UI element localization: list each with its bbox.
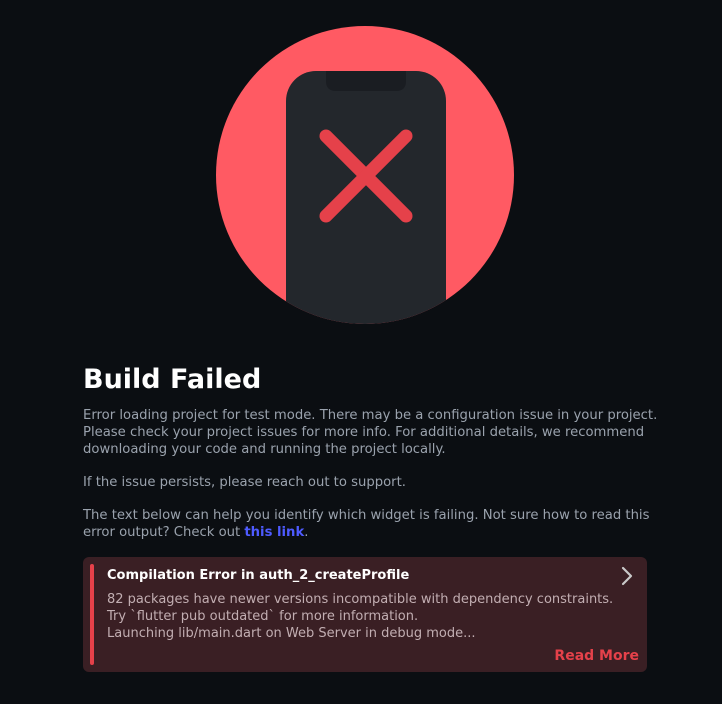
error-title: Compilation Error in auth_2_createProfil…	[107, 568, 410, 583]
help-text: The text below can help you identify whi…	[83, 507, 663, 541]
error-log-line: 82 packages have newer versions incompat…	[107, 592, 614, 607]
error-log: 82 packages have newer versions incompat…	[107, 591, 613, 642]
phone-error-icon	[216, 26, 514, 324]
build-failed-page: Build Failed Error loading project for t…	[0, 0, 722, 704]
help-text-prefix: The text below can help you identify whi…	[83, 508, 650, 540]
help-text-suffix: .	[304, 525, 309, 540]
read-more-button[interactable]: Read More	[554, 647, 639, 665]
phone-body	[286, 71, 446, 324]
phone-notch	[326, 71, 406, 91]
support-text: If the issue persists, please reach out …	[83, 475, 406, 490]
error-accent-bar	[90, 564, 94, 665]
compilation-error-card[interactable]: Compilation Error in auth_2_createProfil…	[83, 557, 647, 672]
error-log-line: Try `flutter pub outdated` for more info…	[107, 609, 419, 624]
page-title: Build Failed	[83, 364, 262, 395]
chevron-right-icon[interactable]	[617, 565, 637, 587]
help-link[interactable]: this link	[244, 525, 304, 540]
error-log-line: Launching lib/main.dart on Web Server in…	[107, 626, 476, 641]
error-description: Error loading project for test mode. The…	[83, 408, 658, 457]
